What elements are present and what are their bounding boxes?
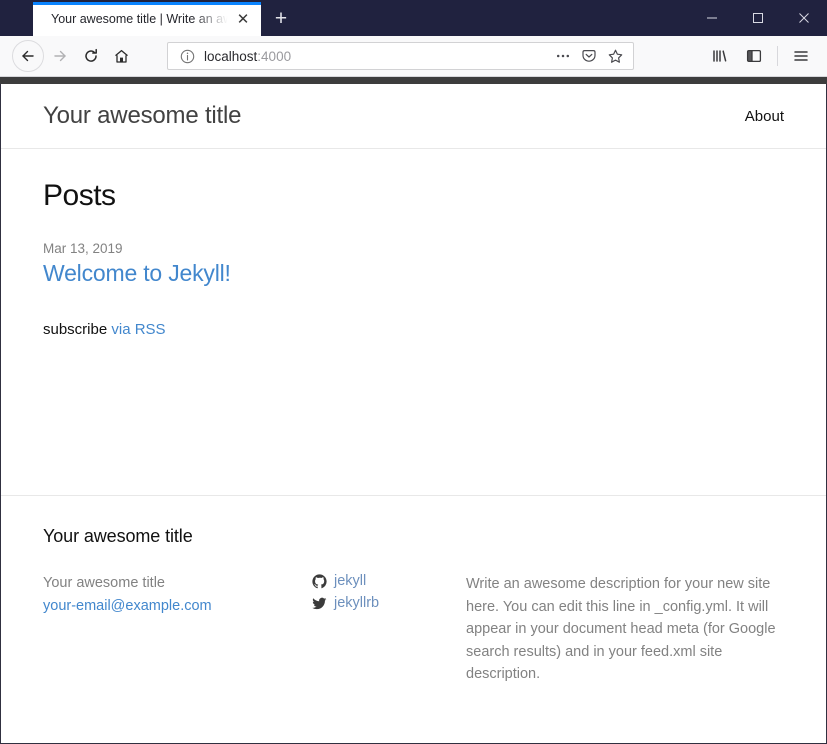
tab-close-icon[interactable]: ✕ xyxy=(233,9,253,29)
url-port: :4000 xyxy=(257,48,292,64)
footer-description: Write an awesome description for your ne… xyxy=(466,576,776,682)
post-link[interactable]: Welcome to Jekyll! xyxy=(43,260,231,286)
footer-heading: Your awesome title xyxy=(43,526,193,546)
post-list: Mar 13, 2019 Welcome to Jekyll! xyxy=(43,241,784,287)
github-icon xyxy=(311,573,327,589)
titlebar: Your awesome title | Write an awesome de… xyxy=(0,0,827,36)
library-icon[interactable] xyxy=(704,41,736,71)
bookmark-star-icon[interactable] xyxy=(603,44,627,68)
maximize-button[interactable] xyxy=(735,0,781,36)
github-link[interactable]: jekyll xyxy=(334,573,366,589)
home-icon[interactable] xyxy=(106,41,137,72)
subscribe-text: subscribe xyxy=(43,321,108,338)
sidebar-toggle-icon[interactable] xyxy=(738,41,770,71)
window-controls xyxy=(689,0,827,36)
nav-link-about[interactable]: About xyxy=(745,108,784,125)
list-item: Your awesome title xyxy=(43,573,311,594)
url-host: localhost xyxy=(204,48,258,64)
url-actions xyxy=(551,44,627,68)
page-main: Posts Mar 13, 2019 Welcome to Jekyll! su… xyxy=(1,149,826,495)
social-list: jekyll jekyllrb xyxy=(311,573,466,611)
tab-title: Your awesome title | Write an awesome de… xyxy=(51,12,233,26)
footer-contact-column: Your awesome title your-email@example.co… xyxy=(43,573,311,686)
site-header: Your awesome title About xyxy=(1,84,826,149)
list-item: jekyll xyxy=(311,573,466,589)
toolbar-right xyxy=(696,41,817,71)
url-text[interactable]: localhost:4000 xyxy=(204,49,551,64)
contact-name: Your awesome title xyxy=(43,575,165,591)
contact-email-link[interactable]: your-email@example.com xyxy=(43,598,212,614)
url-bar[interactable]: localhost:4000 xyxy=(167,42,634,70)
pocket-icon[interactable] xyxy=(577,44,601,68)
forward-icon[interactable] xyxy=(44,41,75,72)
rss-link[interactable]: via RSS xyxy=(111,321,165,338)
tab-strip: Your awesome title | Write an awesome de… xyxy=(0,0,301,36)
contact-list: Your awesome title your-email@example.co… xyxy=(43,573,311,617)
site-title[interactable]: Your awesome title xyxy=(43,102,241,130)
list-item: jekyllrb xyxy=(311,595,466,611)
chrome-edge xyxy=(0,77,827,84)
reload-icon[interactable] xyxy=(75,41,106,72)
page-title: Posts xyxy=(43,179,116,212)
close-window-button[interactable] xyxy=(781,0,827,36)
navigation-toolbar: localhost:4000 xyxy=(0,36,827,77)
twitter-link[interactable]: jekyllrb xyxy=(334,595,379,611)
site-footer: Your awesome title Your awesome title yo… xyxy=(1,495,826,743)
footer-columns: Your awesome title your-email@example.co… xyxy=(43,573,784,686)
rss-subscribe: subscribe via RSS xyxy=(43,321,784,338)
page-actions-icon[interactable] xyxy=(551,44,575,68)
toolbar-divider xyxy=(777,46,778,66)
twitter-icon xyxy=(311,595,327,611)
footer-description-column: Write an awesome description for your ne… xyxy=(466,573,784,686)
info-icon[interactable] xyxy=(178,47,196,65)
page-viewport: Your awesome title About Posts Mar 13, 2… xyxy=(0,84,827,744)
list-item: Mar 13, 2019 Welcome to Jekyll! xyxy=(43,241,784,287)
minimize-button[interactable] xyxy=(689,0,735,36)
new-tab-button[interactable]: + xyxy=(261,2,301,36)
list-item: your-email@example.com xyxy=(43,596,311,617)
browser-window: Your awesome title | Write an awesome de… xyxy=(0,0,827,744)
browser-tab[interactable]: Your awesome title | Write an awesome de… xyxy=(33,2,261,36)
site-nav: About xyxy=(745,108,784,125)
footer-social-column: jekyll jekyllrb xyxy=(311,573,466,686)
post-date: Mar 13, 2019 xyxy=(43,241,123,256)
hamburger-menu-icon[interactable] xyxy=(785,41,817,71)
back-icon[interactable] xyxy=(12,40,44,72)
